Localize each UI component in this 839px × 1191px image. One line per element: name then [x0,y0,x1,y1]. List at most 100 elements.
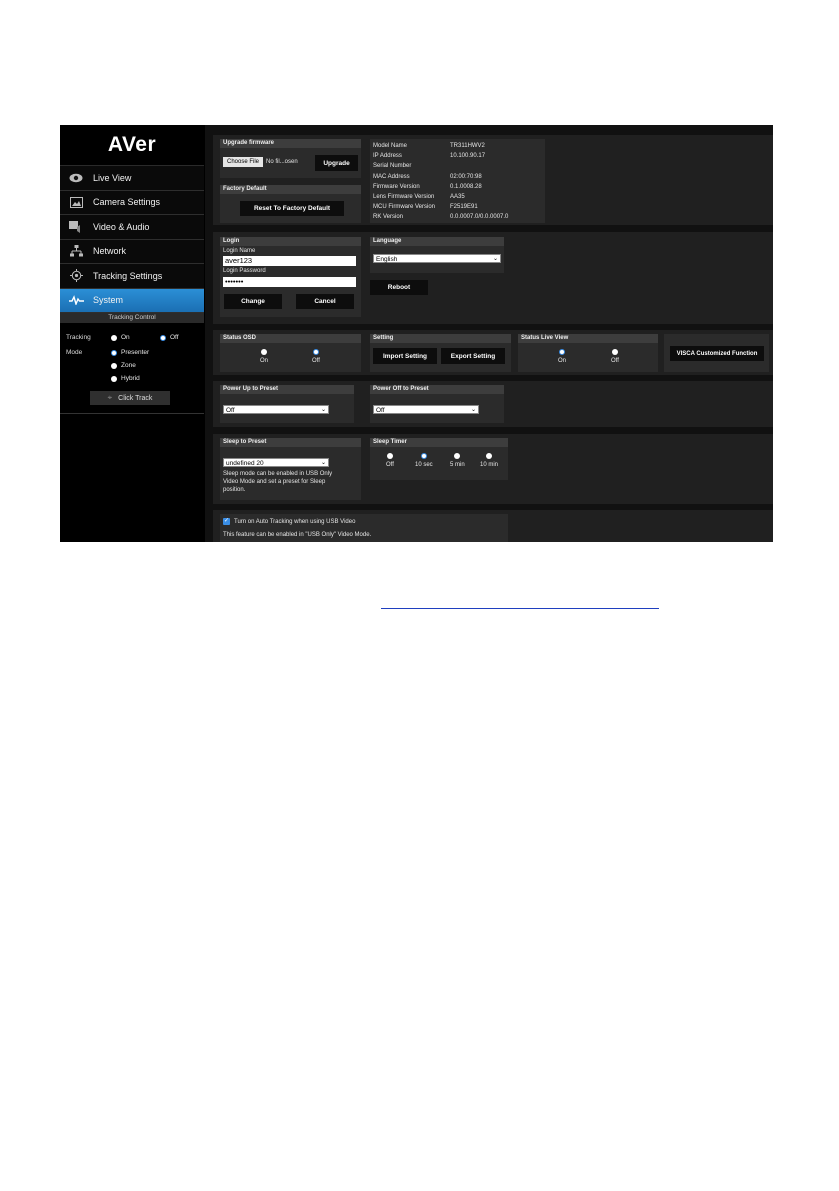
web-ui-window: AVer Live View Camera Settings Video & A… [60,125,773,542]
usb-auto-tracking-checkbox[interactable]: ✓ Turn on Auto Tracking when using USB V… [223,518,355,525]
hyperlink-underline[interactable] [381,608,659,609]
nav-label: Network [93,246,127,257]
panel-title: Sleep Timer [370,438,508,447]
tracking-off-radio[interactable]: Off [160,334,179,341]
info-value: 0.0.0007.0/0.0.0007.0 [450,214,509,221]
cancel-button[interactable]: Cancel [296,294,354,309]
live-view-on-radio[interactable]: On [558,349,566,364]
sidebar: AVer Live View Camera Settings Video & A… [60,125,204,542]
radio-selected-icon [160,334,166,341]
power-preset-section: Power Up to Preset Off ⌄ Power Off to Pr… [213,381,773,427]
radio-selected-icon [420,453,427,459]
setting-panel: Setting Import Setting Export Setting [370,334,511,372]
tracking-on-radio[interactable]: On [111,334,130,341]
radio-selected-icon [559,349,565,355]
radio-label: Hybrid [121,375,140,382]
nav-live-view[interactable]: Live View [60,166,204,191]
usb-note: This feature can be enabled in "USB Only… [223,532,372,538]
file-name-text: No fil...osen [266,159,298,165]
info-value: AA35 [450,194,465,200]
tracking-label: Tracking [66,334,91,341]
live-view-off-radio[interactable]: Off [611,349,619,364]
radio-selected-icon [111,349,117,356]
usb-auto-tracking-panel: ✓ Turn on Auto Tracking when using USB V… [220,514,508,542]
usb-section: ✓ Turn on Auto Tracking when using USB V… [213,510,773,542]
login-password-input[interactable]: ••••••• [223,277,356,287]
info-value: 0.1.0008.28 [450,183,482,190]
sleep-timer-10sec-radio[interactable]: 10 sec [415,453,433,468]
select-value: Off [376,407,385,414]
checkbox-label: Turn on Auto Tracking when using USB Vid… [234,518,356,525]
login-name-label: Login Name [223,248,256,254]
radio-label: Zone [121,362,136,369]
chevron-down-icon: ⌄ [470,407,476,413]
reset-factory-default-button[interactable]: Reset To Factory Default [240,201,344,216]
radio-label: On [260,358,269,364]
radio-label: 10 min [480,462,499,468]
info-label: MCU Firmware Version [373,204,436,211]
sleep-timer-10min-radio[interactable]: 10 min [480,453,498,468]
mode-presenter-radio[interactable]: Presenter [111,349,149,356]
sleep-note-line: Sleep mode can be enabled in USB Only [223,471,333,477]
sleep-to-preset-panel: Sleep to Preset undefined 20 ⌄ Sleep mod… [220,438,361,500]
chevron-down-icon: ⌄ [320,407,326,413]
select-value: English [376,256,398,263]
select-value: Off [226,407,235,414]
nav-camera-settings[interactable]: Camera Settings [60,190,204,215]
mode-hybrid-radio[interactable]: Hybrid [111,375,140,382]
radio-icon [486,453,492,459]
status-section: Status OSD On Off Setting Import Setting… [213,330,773,375]
visca-customized-function-button[interactable]: VISCA Customized Function [670,346,764,361]
radio-label: Off [611,358,619,364]
crosshair-icon [68,269,84,283]
status-osd-on-radio[interactable]: On [260,349,268,364]
info-label: Serial Number [373,163,412,170]
login-section: Login Login Name aver123 Login Password … [213,232,773,324]
tracking-control-panel: Tracking On Off Mode Presenter Zone Hybr… [60,323,204,414]
aver-logo: AVer [60,125,204,166]
choose-file-button[interactable]: Choose File [223,157,263,167]
speaker-icon [68,220,84,234]
radio-icon [454,453,461,459]
radio-label: On [121,334,130,341]
chevron-down-icon: ⌄ [492,256,498,262]
info-value: 02:00:70:98 [450,173,482,180]
language-select[interactable]: English ⌄ [373,254,501,263]
image-icon [68,195,84,209]
panel-title: Power Off to Preset [370,385,504,394]
sleep-timer-off-radio[interactable]: Off [386,453,394,468]
click-track-button[interactable]: ⌖ Click Track [90,391,170,405]
checkmark-icon: ✓ [223,518,230,525]
nav-label: Camera Settings [93,197,161,208]
visca-panel: VISCA Customized Function [664,334,769,372]
nav-system[interactable]: System [60,288,204,313]
import-setting-button[interactable]: Import Setting [373,348,437,364]
login-password-label: Login Password [223,268,266,274]
nav-tracking-settings[interactable]: Tracking Settings [60,264,204,289]
login-name-input[interactable]: aver123 [223,256,356,266]
reboot-button[interactable]: Reboot [370,280,428,295]
power-off-preset-select[interactable]: Off ⌄ [373,405,479,414]
sleep-timer-panel: Sleep Timer Off 10 sec 5 min 10 min [370,438,508,480]
pulse-icon [68,293,84,307]
panel-title: Status Live View [518,334,658,343]
panel-title: Upgrade firmware [220,139,361,148]
radio-icon [261,349,267,355]
export-setting-button[interactable]: Export Setting [441,348,505,364]
power-up-preset-select[interactable]: Off ⌄ [223,405,329,414]
status-osd-panel: Status OSD On Off [220,334,361,372]
panel-title: Status OSD [220,334,361,343]
upgrade-button[interactable]: Upgrade [315,155,358,171]
status-osd-off-radio[interactable]: Off [312,349,320,364]
change-button[interactable]: Change [224,294,282,309]
sleep-timer-5min-radio[interactable]: 5 min [450,453,465,468]
nav-network[interactable]: Network [60,239,204,264]
info-value: 10.100.90.17 [450,153,486,160]
info-value: TR311HWV2 [450,143,485,149]
mode-zone-radio[interactable]: Zone [111,362,136,369]
sleep-note-line: Video Mode and set a preset for Sleep [223,479,326,485]
power-off-preset-panel: Power Off to Preset Off ⌄ [370,385,504,423]
sleep-preset-select[interactable]: undefined 20 ⌄ [223,458,329,467]
info-label: IP Address [373,153,402,160]
nav-video-audio[interactable]: Video & Audio [60,215,204,240]
